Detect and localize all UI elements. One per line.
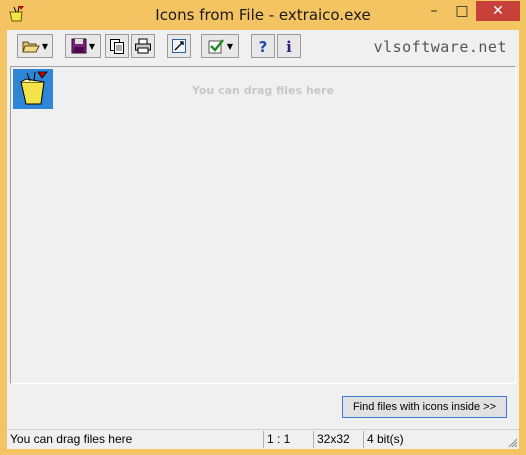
- resize-grip-icon[interactable]: [506, 436, 518, 448]
- copy-icon: [110, 39, 124, 54]
- drag-hint-text: You can drag files here: [191, 84, 335, 97]
- status-bar: You can drag files here 1 : 1 32x32 4 bi…: [7, 429, 519, 449]
- status-message: You can drag files here: [10, 432, 133, 446]
- help-button[interactable]: ?: [251, 34, 275, 58]
- brand-label: vlsoftware.net: [373, 38, 507, 56]
- folder-open-icon: [22, 41, 40, 53]
- open-button[interactable]: ▼: [17, 34, 53, 58]
- find-files-button[interactable]: Find files with icons inside >>: [342, 396, 507, 418]
- resize-icon: [172, 39, 186, 53]
- floppy-disk-icon: [71, 38, 87, 54]
- svg-text:i: i: [286, 38, 292, 54]
- print-button[interactable]: [131, 34, 155, 58]
- select-button[interactable]: ▼: [201, 34, 239, 58]
- printer-icon: [135, 38, 151, 54]
- resize-button[interactable]: [167, 34, 191, 58]
- chevron-down-icon: ▼: [226, 41, 234, 51]
- icon-drop-area[interactable]: You can drag files here: [10, 66, 516, 384]
- title-bar[interactable]: Icons from File - extraico.exe – □ ✕: [0, 0, 526, 30]
- about-button[interactable]: i: [277, 34, 301, 58]
- save-button[interactable]: ▼: [65, 34, 101, 58]
- close-button[interactable]: ✕: [476, 1, 520, 21]
- toolbar: ▼ ▼ ▼ ? i vlsoftware.net: [7, 30, 519, 64]
- app-window: Icons from File - extraico.exe – □ ✕ ▼ ▼: [0, 0, 526, 455]
- chevron-down-icon: ▼: [41, 41, 49, 51]
- question-icon: ?: [259, 38, 268, 54]
- info-icon: i: [286, 38, 292, 54]
- checkmark-icon: [208, 39, 224, 54]
- status-depth: 4 bit(s): [363, 431, 504, 448]
- client-area: ▼ ▼ ▼ ? i vlsoftware.net You can drag fi…: [7, 30, 519, 449]
- maximize-button[interactable]: □: [448, 1, 476, 21]
- status-zoom: 1 : 1: [263, 431, 313, 448]
- chevron-down-icon: ▼: [88, 41, 96, 51]
- copy-button[interactable]: [105, 34, 129, 58]
- svg-text:?: ?: [259, 38, 268, 54]
- status-size: 32x32: [313, 431, 363, 448]
- minimize-button[interactable]: –: [420, 1, 448, 21]
